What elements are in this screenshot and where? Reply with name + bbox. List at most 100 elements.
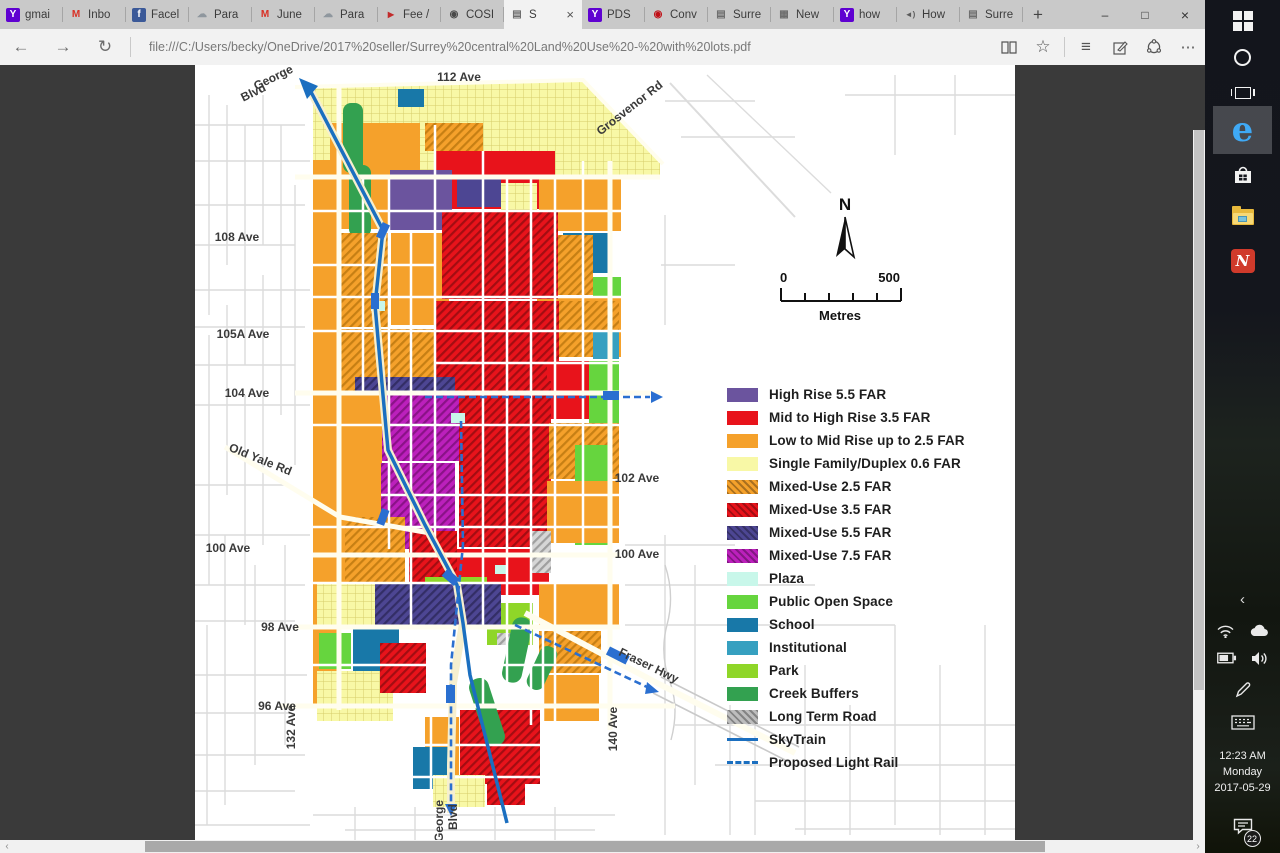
legend-label: Mixed-Use 5.5 FAR — [769, 525, 892, 540]
tab-how[interactable]: ◄)How — [897, 0, 960, 29]
tab-june[interactable]: MJune — [252, 0, 315, 29]
legend-item: Creek Buffers — [727, 682, 965, 705]
clock-time: 12:23 AM — [1205, 748, 1280, 764]
scale-end: 500 — [878, 270, 900, 285]
vertical-scrollbar-thumb[interactable] — [1194, 130, 1204, 690]
street-label: 140 Ave — [606, 706, 620, 751]
tab-close-icon[interactable]: × — [564, 7, 576, 22]
minimize-button[interactable]: – — [1085, 0, 1125, 29]
street-label: George — [432, 800, 446, 840]
store-taskbar-button[interactable] — [1205, 160, 1280, 190]
legend-item: Public Open Space — [727, 590, 965, 613]
cloud-favicon-icon: ☁ — [195, 8, 209, 22]
tab-conv[interactable]: ◉Conv — [645, 0, 708, 29]
legend-item: Mixed-Use 3.5 FAR — [727, 498, 965, 521]
legend-swatch — [727, 411, 758, 425]
start-button[interactable] — [1205, 8, 1280, 34]
legend-label: Proposed Light Rail — [769, 755, 898, 770]
cortana-button[interactable] — [1205, 44, 1280, 70]
more-options-icon[interactable]: ⋯ — [1171, 38, 1205, 56]
legend-label: Mixed-Use 2.5 FAR — [769, 479, 892, 494]
tab-para[interactable]: ☁Para — [315, 0, 378, 29]
volume-icon[interactable] — [1251, 651, 1268, 666]
close-window-button[interactable]: × — [1165, 0, 1205, 29]
pinned-app-button[interactable]: N — [1205, 246, 1280, 276]
legend-swatch — [727, 595, 758, 609]
tab-label: New — [796, 9, 828, 21]
web-note-icon[interactable] — [1103, 40, 1137, 55]
yahoo-favicon-icon: Y — [840, 8, 854, 22]
horizontal-scrollbar[interactable]: ‹ › — [0, 840, 1205, 853]
scroll-left-arrow[interactable]: ‹ — [0, 840, 14, 853]
legend-swatch — [727, 664, 758, 678]
legend-item: Park — [727, 659, 965, 682]
share-icon[interactable] — [1137, 39, 1171, 55]
edge-taskbar-button[interactable]: e — [1205, 108, 1280, 152]
legend-swatch — [727, 618, 758, 632]
tab-label: How — [922, 9, 954, 21]
tab-cosi[interactable]: ◉COSI — [441, 0, 504, 29]
tab-surre[interactable]: ▤ Surre — [708, 0, 771, 29]
touch-keyboard-button[interactable] — [1205, 712, 1280, 732]
reading-view-icon[interactable] — [992, 41, 1026, 54]
address-bar: ← → ↻ file:///C:/Users/becky/OneDrive/20… — [0, 29, 1205, 65]
street-label: 105A Ave — [217, 327, 270, 341]
tab-label: June — [277, 9, 309, 21]
fee-favicon-icon: ▶ — [384, 8, 398, 22]
tab-bar: YgmaiMInbofFacel☁ParaMJune☁Para▶Fee /◉CO… — [0, 0, 1205, 29]
onedrive-cloud-icon[interactable] — [1249, 624, 1269, 637]
edge-browser-window: YgmaiMInbofFacel☁ParaMJune☁Para▶Fee /◉CO… — [0, 0, 1205, 853]
windows-taskbar: e N ‹ — [1205, 0, 1280, 853]
tab-new[interactable]: ▦New — [771, 0, 834, 29]
forward-icon[interactable]: → — [42, 37, 84, 57]
legend-label: Long Term Road — [769, 709, 877, 724]
file-explorer-button[interactable] — [1205, 202, 1280, 232]
divider — [130, 37, 131, 57]
tab-label: COSI — [466, 9, 498, 21]
scale-bar — [780, 287, 902, 303]
taskbar-clock[interactable]: 12:23 AM Monday 2017-05-29 — [1205, 748, 1280, 796]
pdf-page-surrey-land-use-map[interactable]: GeorgeBlvd112 AveGrosvenor Rd108 Ave105A… — [195, 65, 1015, 840]
maximize-button[interactable]: □ — [1125, 0, 1165, 29]
battery-icon[interactable] — [1217, 652, 1237, 664]
tab-inbo[interactable]: MInbo — [63, 0, 126, 29]
refresh-icon[interactable]: ↻ — [84, 37, 126, 57]
wifi-icon[interactable] — [1216, 623, 1235, 638]
new-tab-button[interactable]: + — [1023, 0, 1053, 29]
legend-swatch — [727, 434, 758, 448]
tab-label: Surre — [733, 9, 765, 21]
legend-swatch — [727, 388, 758, 402]
tab-how[interactable]: Yhow — [834, 0, 897, 29]
tab-surre[interactable]: ▤Surre — [960, 0, 1023, 29]
tab-pds[interactable]: YPDS — [582, 0, 645, 29]
action-center-button[interactable]: 22 — [1205, 816, 1280, 842]
tab-s[interactable]: ▤S× — [504, 0, 582, 29]
tab-facel[interactable]: fFacel — [126, 0, 189, 29]
tab-fee-[interactable]: ▶Fee / — [378, 0, 441, 29]
gmail-favicon-icon: M — [69, 8, 83, 22]
hub-icon[interactable]: ≡ — [1069, 37, 1103, 57]
map-legend: High Rise 5.5 FARMid to High Rise 3.5 FA… — [727, 383, 965, 774]
favorites-star-icon[interactable]: ☆ — [1026, 37, 1060, 57]
pdf-favicon-icon: ▤ — [714, 8, 728, 22]
vertical-scrollbar[interactable]: ∨ — [1193, 130, 1205, 840]
legend-item: Mixed-Use 5.5 FAR — [727, 521, 965, 544]
tab-para[interactable]: ☁Para — [189, 0, 252, 29]
tab-label: how — [859, 9, 891, 21]
windows-ink-button[interactable] — [1205, 680, 1280, 700]
task-view-button[interactable] — [1205, 80, 1280, 106]
scroll-right-arrow[interactable]: › — [1191, 840, 1205, 853]
legend-item: Institutional — [727, 636, 965, 659]
url-field[interactable]: file:///C:/Users/becky/OneDrive/2017%20s… — [135, 40, 992, 54]
hidden-icons-button[interactable]: ‹ — [1205, 590, 1280, 608]
tabs: YgmaiMInbofFacel☁ParaMJune☁Para▶Fee /◉CO… — [0, 0, 1023, 29]
legend-swatch — [727, 687, 758, 701]
horizontal-scrollbar-thumb[interactable] — [145, 841, 1045, 852]
clock-day: Monday — [1205, 764, 1280, 780]
back-icon[interactable]: ← — [0, 37, 42, 57]
legend-swatch — [727, 756, 758, 770]
notification-badge: 22 — [1244, 830, 1261, 847]
tab-gmai[interactable]: Ygmai — [0, 0, 63, 29]
legend-label: Creek Buffers — [769, 686, 859, 701]
legend-swatch — [727, 457, 758, 471]
